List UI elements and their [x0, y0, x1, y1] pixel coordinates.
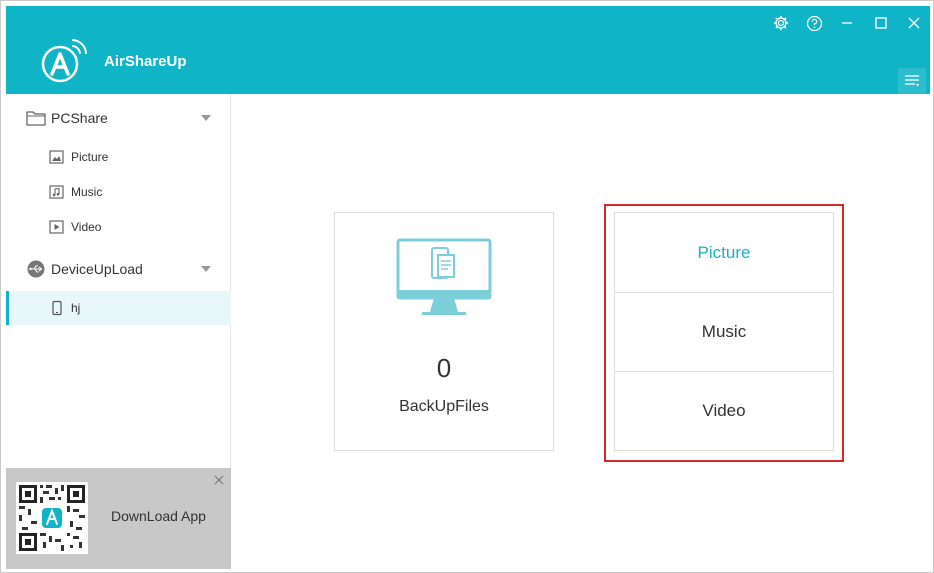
picture-icon	[49, 150, 64, 164]
qr-code-icon[interactable]	[16, 482, 88, 554]
file-type-list: Picture Music Video	[614, 212, 834, 451]
app-logo-icon	[41, 39, 87, 83]
close-icon[interactable]	[213, 474, 225, 486]
backup-label: BackUpFiles	[399, 398, 489, 415]
sidebar-item-music[interactable]: Music	[6, 175, 231, 209]
type-item-video[interactable]: Video	[615, 371, 833, 450]
type-item-picture[interactable]: Picture	[615, 213, 833, 292]
sidebar-item-label: Picture	[71, 150, 109, 164]
app-title: AirShareUp	[104, 53, 187, 70]
menu-icon	[905, 75, 919, 87]
app-window: AirShareUp PCShare Picture Music Video D…	[0, 0, 934, 573]
backup-files-card[interactable]: 0 BackUpFiles	[334, 212, 554, 451]
download-app-panel: DownLoad App	[6, 468, 231, 569]
sidebar-item-video[interactable]: Video	[6, 210, 231, 244]
phone-icon	[52, 300, 62, 316]
settings-button[interactable]	[770, 12, 792, 34]
sidebar-group-label: DeviceUpLoad	[51, 261, 143, 277]
sidebar-item-hj[interactable]: hj	[6, 291, 231, 325]
maximize-icon	[875, 17, 887, 29]
type-item-music[interactable]: Music	[615, 292, 833, 371]
sidebar-group-pcshare[interactable]: PCShare	[6, 101, 231, 135]
gear-icon	[773, 15, 789, 31]
close-icon	[908, 17, 920, 29]
menu-button[interactable]	[898, 68, 926, 94]
music-icon	[49, 185, 64, 199]
sidebar-item-label: Music	[71, 185, 103, 199]
sidebar: PCShare Picture Music Video DeviceUpLoad…	[6, 94, 231, 569]
maximize-button[interactable]	[870, 12, 892, 34]
help-icon	[806, 15, 822, 31]
main-content: 0 BackUpFiles Picture Music Video	[232, 94, 930, 569]
help-button[interactable]	[803, 12, 825, 34]
video-icon	[49, 220, 64, 234]
sidebar-group-label: PCShare	[51, 110, 108, 126]
backup-count: 0	[436, 353, 452, 383]
minimize-button[interactable]	[836, 12, 858, 34]
title-bar: AirShareUp	[6, 6, 930, 94]
chevron-down-icon	[201, 266, 211, 272]
sidebar-group-deviceupload[interactable]: DeviceUpLoad	[6, 252, 231, 286]
monitor-phone-icon	[396, 238, 492, 315]
minimize-icon	[842, 22, 852, 24]
sidebar-item-picture[interactable]: Picture	[6, 140, 231, 174]
folder-icon	[26, 111, 46, 126]
chevron-down-icon	[201, 115, 211, 121]
sidebar-item-label: Video	[71, 220, 102, 234]
usb-icon	[27, 260, 45, 278]
download-app-label[interactable]: DownLoad App	[111, 508, 206, 524]
sidebar-item-label: hj	[71, 301, 81, 315]
close-button[interactable]	[903, 12, 925, 34]
